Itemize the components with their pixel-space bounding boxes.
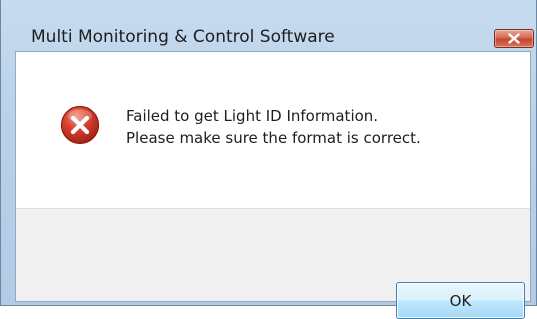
dialog-window: Multi Monitoring & Control Software Fail…: [0, 0, 537, 319]
title-bar[interactable]: Multi Monitoring & Control Software: [1, 0, 537, 50]
message-line-2: Please make sure the format is correct.: [126, 129, 421, 147]
ok-button[interactable]: OK: [396, 282, 525, 319]
error-message: Failed to get Light ID Information. Plea…: [126, 105, 421, 149]
dialog-client-area: Failed to get Light ID Information. Plea…: [15, 51, 531, 319]
message-line-1: Failed to get Light ID Information.: [126, 107, 379, 125]
error-icon: [60, 105, 100, 145]
window-title: Multi Monitoring & Control Software: [31, 27, 335, 47]
close-icon: [508, 33, 520, 44]
button-bar: OK: [16, 208, 530, 319]
message-area: Failed to get Light ID Information. Plea…: [16, 52, 530, 208]
close-button[interactable]: [494, 29, 534, 48]
